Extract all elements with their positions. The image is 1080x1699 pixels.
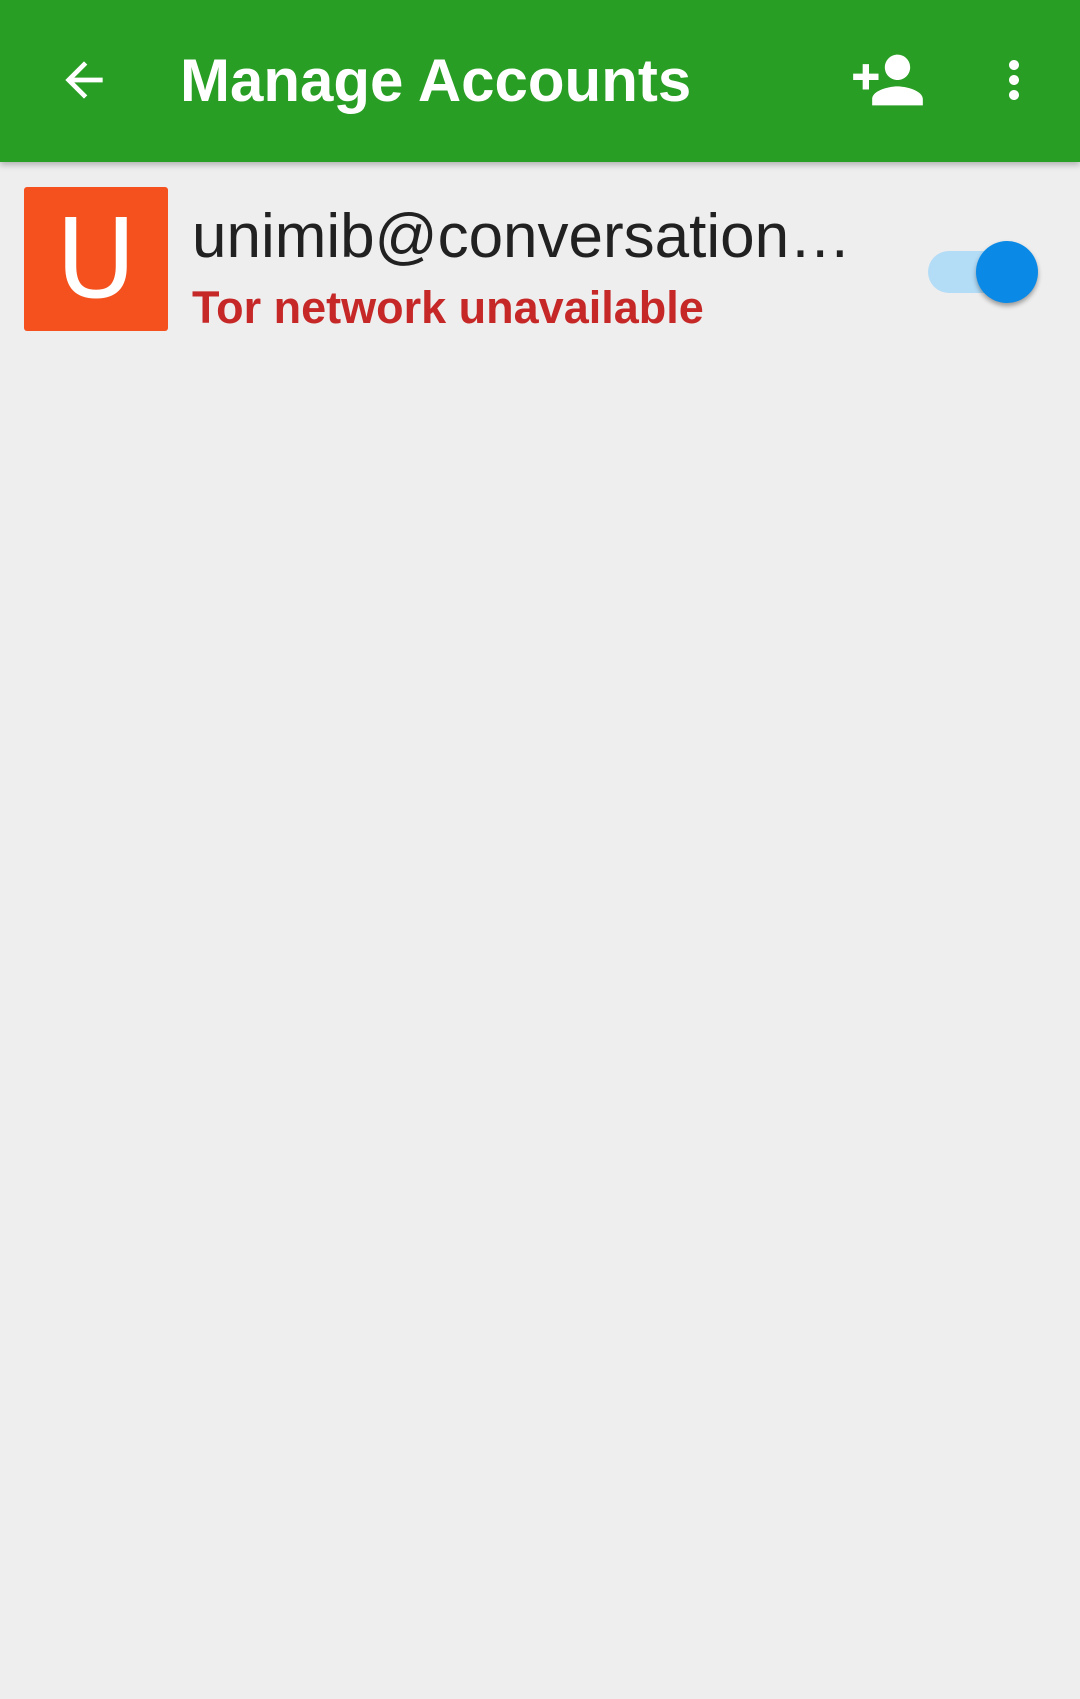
more-vert-icon <box>1009 60 1019 100</box>
account-jid: unimib@conversations.im <box>192 202 882 271</box>
toggle-thumb <box>976 241 1038 303</box>
arrow-back-icon <box>65 61 103 99</box>
more-options-button[interactable] <box>974 40 1054 120</box>
person-add-icon <box>853 54 923 106</box>
account-list: U unimib@conversations.im Tor network un… <box>0 162 1080 350</box>
add-account-button[interactable] <box>846 40 930 120</box>
avatar: U <box>24 187 168 331</box>
app-bar: Manage Accounts <box>0 0 1080 162</box>
page-title: Manage Accounts <box>180 47 692 114</box>
account-row[interactable]: U unimib@conversations.im Tor network un… <box>0 162 1080 350</box>
account-status: Tor network unavailable <box>192 282 704 333</box>
account-enabled-toggle[interactable] <box>928 230 1040 303</box>
back-button[interactable] <box>44 40 124 120</box>
